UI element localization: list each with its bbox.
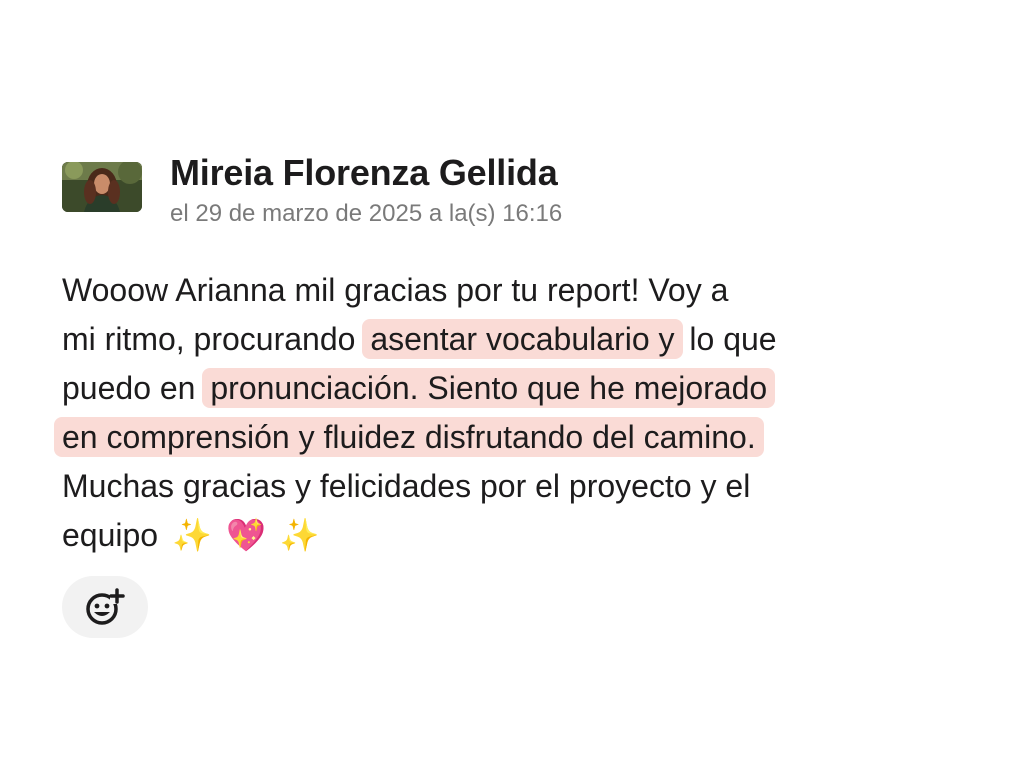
sparkles-icon: ✨ [279,516,320,554]
message-text: Wooow Arianna mil gracias por tu report!… [54,266,962,560]
author-name[interactable]: Mireia Florenza Gellida [170,152,558,194]
text-segment: lo que [680,321,777,357]
text-line: puedo en pronunciación. Siento que he me… [62,364,962,413]
text-line: mi ritmo, procurando asentar vocabulario… [62,315,962,364]
text-line: en comprensión y fluidez disfrutando del… [54,413,962,462]
highlighted-text: en comprensión y fluidez disfrutando del… [54,417,764,457]
message: Mireia Florenza Gellida el 29 de marzo d… [54,150,962,638]
text-line: equipo ✨ 💖 ✨ [62,511,962,560]
text-segment: Muchas gracias y felicidades por el proy… [62,468,751,504]
sparkling-heart-icon: 💖 [225,516,266,554]
text-segment: Wooow Arianna mil gracias por tu report!… [62,272,729,308]
highlighted-text: pronunciación. Siento que he mejorado [202,368,776,408]
add-reaction-icon [86,588,125,625]
highlighted-text: asentar vocabulario y [362,319,683,359]
sparkles-icon: ✨ [172,516,212,554]
message-timestamp[interactable]: el 29 de marzo de 2025 a la(s) 16:16 [170,200,562,228]
text-line: Wooow Arianna mil gracias por tu report!… [62,266,962,315]
text-segment: mi ritmo, procurando [62,321,365,357]
avatar-image [62,162,142,212]
avatar[interactable] [62,162,142,212]
message-header: Mireia Florenza Gellida el 29 de marzo d… [62,150,962,230]
text-segment: puedo en [62,370,205,406]
add-reaction-button[interactable] [62,576,148,638]
text-line: Muchas gracias y felicidades por el proy… [62,462,962,511]
text-segment: equipo [62,517,159,553]
